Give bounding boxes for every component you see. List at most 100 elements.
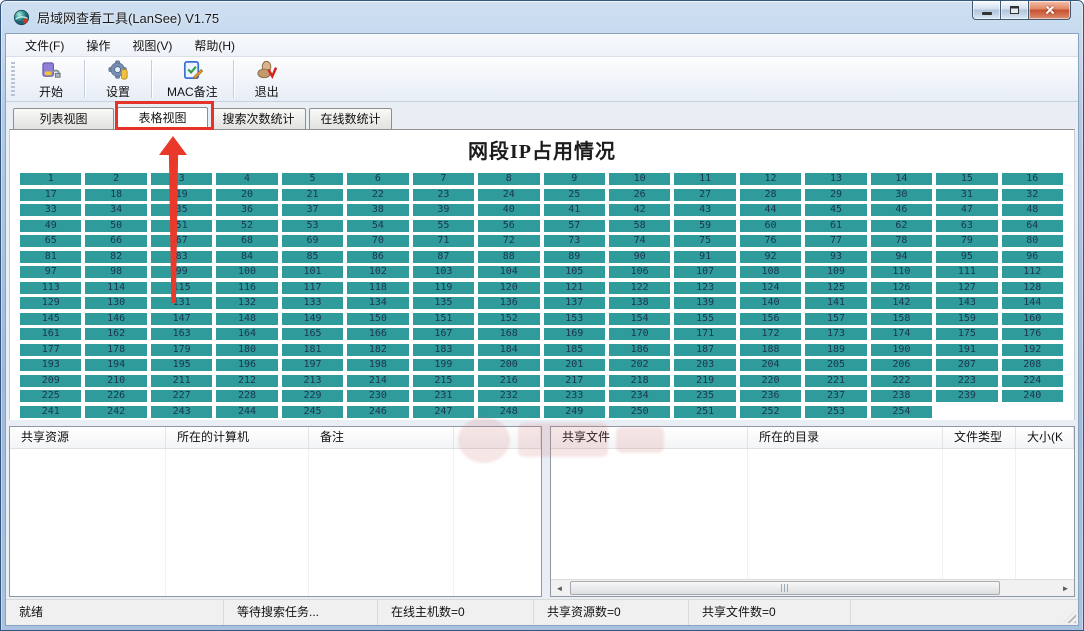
ip-cell: 111 xyxy=(936,266,997,278)
ip-cell: 27 xyxy=(674,189,735,201)
col-remark[interactable]: 备注 xyxy=(309,427,454,448)
ip-cell: 159 xyxy=(936,313,997,325)
ip-cell: 38 xyxy=(347,204,408,216)
ip-cell: 96 xyxy=(1002,251,1063,263)
col-host-computer[interactable]: 所在的计算机 xyxy=(166,427,309,448)
ip-cell: 23 xyxy=(413,189,474,201)
ip-cell: 187 xyxy=(674,344,735,356)
ip-cell: 141 xyxy=(805,297,866,309)
scrollbar-track[interactable] xyxy=(568,580,1057,596)
ip-cell: 216 xyxy=(478,375,539,387)
ip-cell: 247 xyxy=(413,406,474,418)
ip-cell: 236 xyxy=(740,390,801,402)
ip-cell: 6 xyxy=(347,173,408,185)
start-button[interactable]: 开始 xyxy=(23,57,79,102)
ip-cell: 13 xyxy=(805,173,866,185)
ip-cell: 146 xyxy=(85,313,146,325)
ip-cell: 186 xyxy=(609,344,670,356)
ip-cell: 225 xyxy=(20,390,81,402)
scroll-left-icon[interactable]: ◄ xyxy=(551,580,568,596)
ip-cell: 142 xyxy=(871,297,932,309)
ip-cell: 178 xyxy=(85,344,146,356)
bottom-panels: 共享资源 所在的计算机 备注 共享文件 所在的目 xyxy=(9,426,1075,597)
ip-cell: 17 xyxy=(20,189,81,201)
horizontal-scrollbar[interactable]: ◄ ► xyxy=(551,579,1074,596)
ip-cell: 161 xyxy=(20,328,81,340)
exit-icon xyxy=(255,59,278,82)
ip-cell: 61 xyxy=(805,220,866,232)
ip-cell: 149 xyxy=(282,313,343,325)
ip-cell: 253 xyxy=(805,406,866,418)
scrollbar-thumb[interactable] xyxy=(570,581,1000,595)
ip-cell: 58 xyxy=(609,220,670,232)
shared-files-header: 共享文件 所在的目录 文件类型 大小(K xyxy=(551,427,1074,449)
tab-online-count-stats[interactable]: 在线数统计 xyxy=(309,108,392,129)
restore-button[interactable] xyxy=(1001,1,1029,20)
ip-cell: 87 xyxy=(413,251,474,263)
ip-cell: 181 xyxy=(282,344,343,356)
tab-search-count-stats[interactable]: 搜索次数统计 xyxy=(211,108,306,129)
minimize-button[interactable] xyxy=(972,1,1001,20)
shared-resources-header: 共享资源 所在的计算机 备注 xyxy=(10,427,541,449)
ip-cell: 245 xyxy=(282,406,343,418)
ip-cell: 193 xyxy=(20,359,81,371)
exit-button[interactable]: 退出 xyxy=(239,57,295,102)
ip-cell: 112 xyxy=(1002,266,1063,278)
ip-cell: 124 xyxy=(740,282,801,294)
toolbar-grip[interactable] xyxy=(11,62,15,96)
restore-icon xyxy=(1010,6,1019,14)
ip-cell: 15 xyxy=(936,173,997,185)
menu-view[interactable]: 视图(V) xyxy=(121,34,183,57)
shared-files-body[interactable] xyxy=(551,449,1074,579)
ip-cell: 123 xyxy=(674,282,735,294)
toolbar: 开始 设置 xyxy=(6,57,1078,102)
ip-cell: 57 xyxy=(544,220,605,232)
col-shared-resource[interactable]: 共享资源 xyxy=(10,427,166,448)
ip-cell: 163 xyxy=(151,328,212,340)
settings-button[interactable]: 设置 xyxy=(90,57,146,102)
ip-cell: 64 xyxy=(1002,220,1063,232)
mac-note-button[interactable]: MAC备注 xyxy=(157,57,228,102)
ip-cell: 85 xyxy=(282,251,343,263)
menu-file[interactable]: 文件(F) xyxy=(14,34,75,57)
menu-help[interactable]: 帮助(H) xyxy=(183,34,246,57)
ip-cell: 167 xyxy=(413,328,474,340)
ip-cell: 65 xyxy=(20,235,81,247)
col-size[interactable]: 大小(K xyxy=(1016,427,1074,448)
ip-cell: 110 xyxy=(871,266,932,278)
ip-cell: 4 xyxy=(216,173,277,185)
menu-actions[interactable]: 操作 xyxy=(75,34,121,57)
ip-cell: 211 xyxy=(151,375,212,387)
col-directory[interactable]: 所在的目录 xyxy=(748,427,943,448)
ip-cell: 102 xyxy=(347,266,408,278)
ip-cell: 221 xyxy=(805,375,866,387)
ip-cell: 134 xyxy=(347,297,408,309)
ip-cell: 75 xyxy=(674,235,735,247)
title-bar[interactable]: 局域网查看工具(LanSee) V1.75 xyxy=(1,1,1083,33)
close-button[interactable] xyxy=(1029,1,1071,20)
ip-cell: 196 xyxy=(216,359,277,371)
ip-cell: 154 xyxy=(609,313,670,325)
ip-cell: 79 xyxy=(936,235,997,247)
shared-resources-body[interactable] xyxy=(10,449,541,596)
scroll-right-icon[interactable]: ► xyxy=(1057,580,1074,596)
col-shared-file[interactable]: 共享文件 xyxy=(551,427,748,448)
col-empty[interactable] xyxy=(454,427,541,448)
status-task: 等待搜索任务... xyxy=(224,600,378,625)
ip-cell: 94 xyxy=(871,251,932,263)
toolbar-separator xyxy=(84,60,85,98)
ip-cell: 91 xyxy=(674,251,735,263)
ip-cell: 234 xyxy=(609,390,670,402)
ip-cell: 62 xyxy=(871,220,932,232)
ip-cell: 204 xyxy=(740,359,801,371)
ip-cell: 127 xyxy=(936,282,997,294)
col-file-type[interactable]: 文件类型 xyxy=(943,427,1016,448)
tab-list-view[interactable]: 列表视图 xyxy=(13,108,114,129)
ip-cell: 212 xyxy=(216,375,277,387)
ip-cell: 10 xyxy=(609,173,670,185)
ip-cell: 226 xyxy=(85,390,146,402)
ip-cell: 151 xyxy=(413,313,474,325)
ip-cell: 201 xyxy=(544,359,605,371)
toolbar-separator xyxy=(233,60,234,98)
ip-cell: 101 xyxy=(282,266,343,278)
